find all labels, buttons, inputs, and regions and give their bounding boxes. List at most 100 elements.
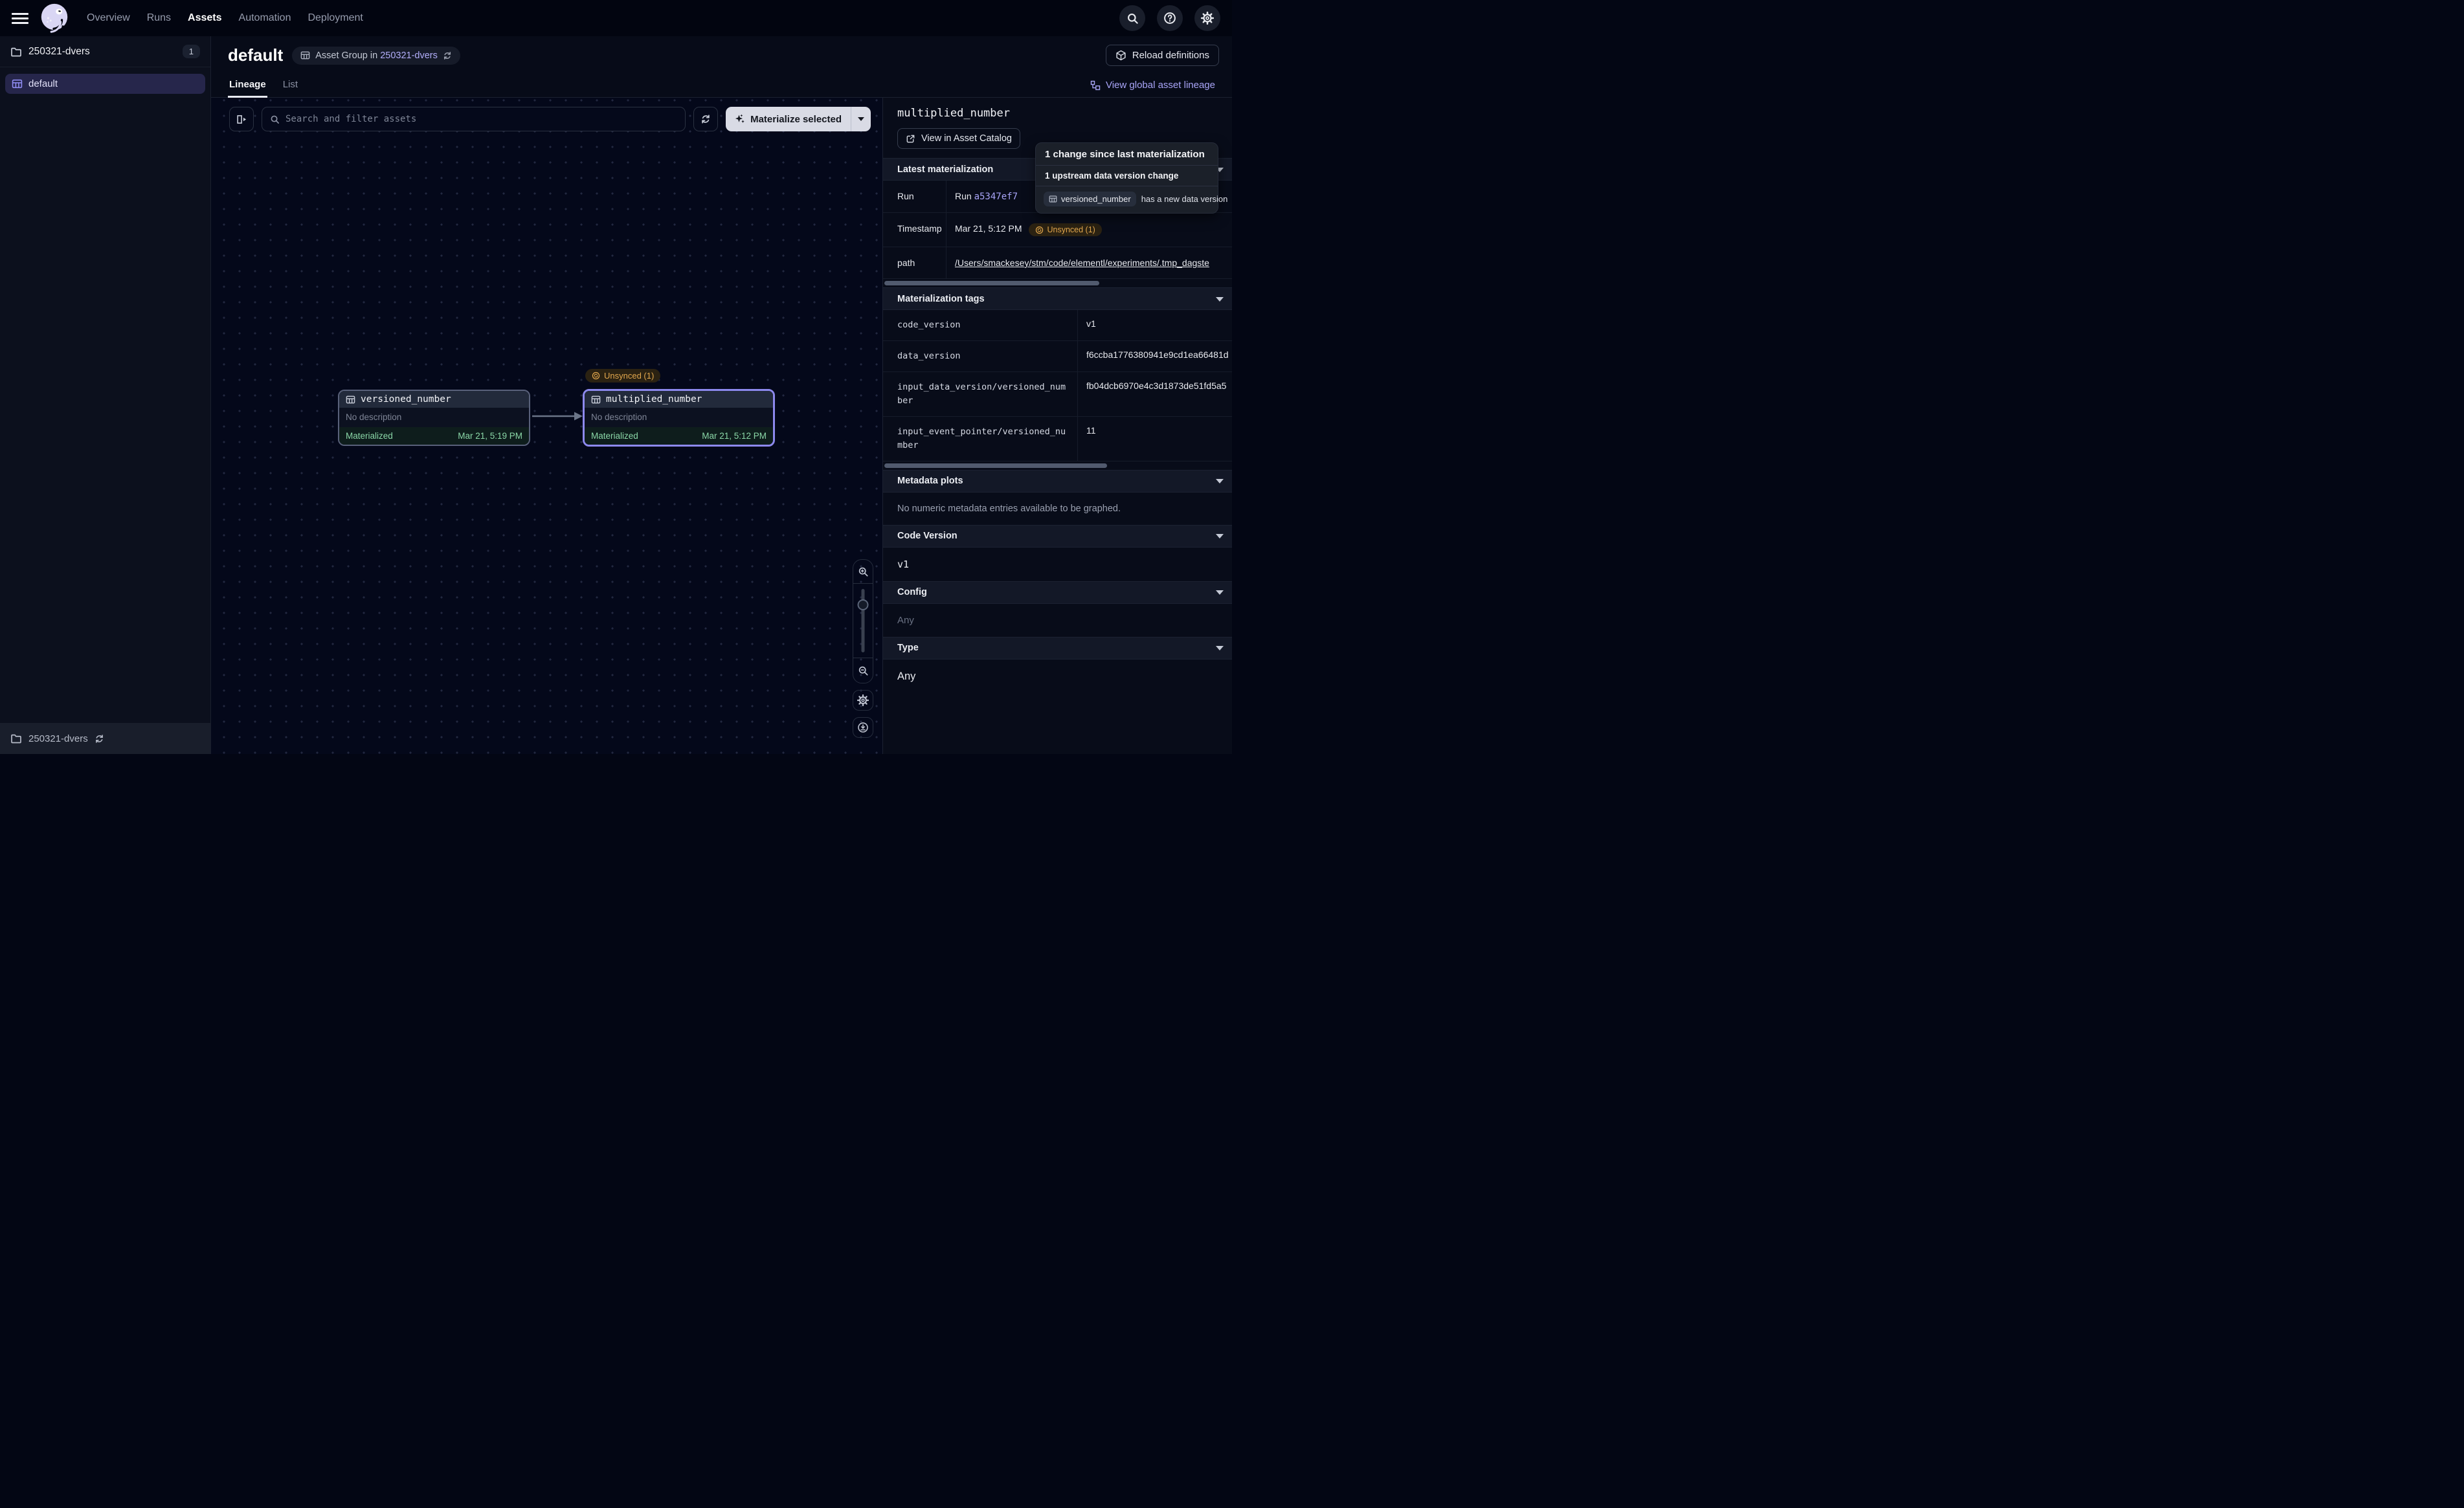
help-icon (1163, 12, 1176, 25)
collapse-caret-icon[interactable] (1216, 534, 1224, 538)
unsynced-badge[interactable]: Unsynced (1) (1029, 223, 1102, 236)
asset-node-multiplied-number[interactable]: multiplied_number No description Materia… (583, 389, 775, 447)
tag-row-input-data-version: input_data_version/versioned_number fb04… (883, 372, 1232, 417)
table-icon (591, 395, 601, 405)
nav-item-runs[interactable]: Runs (147, 12, 171, 24)
asset-group-repo-link[interactable]: 250321-dvers (380, 50, 438, 61)
dagster-logo-icon[interactable] (38, 1, 71, 35)
sidebar-group-row[interactable]: 250321-dvers 1 (0, 36, 210, 67)
asset-group-badge[interactable]: Asset Group in 250321-dvers (292, 47, 460, 65)
tag-row-code-version: code_version v1 (883, 310, 1232, 341)
asset-node-timestamp: Mar 21, 5:12 PM (702, 431, 767, 441)
table-icon (346, 395, 355, 405)
asset-node-versioned-number[interactable]: versioned_number No description Material… (338, 390, 530, 446)
popup-title: 1 change since last materialization (1036, 143, 1218, 165)
graph-settings-button[interactable] (853, 690, 873, 711)
horizontal-scrollbar[interactable] (884, 281, 1099, 285)
collapse-sidebar-button[interactable] (229, 107, 254, 131)
graph-zoom-controls (853, 559, 873, 738)
nav-item-automation[interactable]: Automation (239, 12, 291, 24)
search-button[interactable] (1119, 5, 1145, 31)
nav-item-overview[interactable]: Overview (87, 12, 130, 24)
run-label: Run (883, 181, 946, 212)
asset-group-badge-text: Asset Group in 250321-dvers (315, 50, 438, 61)
zoom-in-icon (858, 566, 869, 577)
help-button[interactable] (1157, 5, 1183, 31)
hamburger-menu-icon[interactable] (12, 10, 28, 27)
popup-change-row: versioned_number has a new data version (1036, 186, 1218, 213)
tab-list[interactable]: List (282, 74, 299, 97)
asset-chip-versioned-number[interactable]: versioned_number (1044, 192, 1136, 206)
view-tabs-row: Lineage List View global asset lineage (211, 72, 1232, 98)
asset-node-description: No description (339, 408, 529, 427)
type-value: Any (883, 660, 1232, 694)
section-config: Config (883, 581, 1232, 604)
asset-search-box (262, 107, 686, 131)
zoom-in-button[interactable] (853, 560, 873, 583)
view-in-asset-catalog-button[interactable]: View in Asset Catalog (897, 128, 1020, 149)
collapse-caret-icon[interactable] (1216, 646, 1224, 650)
lineage-graph-canvas[interactable]: Materialize selected Unsynced (1) versio… (211, 98, 882, 754)
reload-definitions-button[interactable]: Reload definitions (1106, 45, 1219, 66)
section-metadata-plots: Metadata plots (883, 470, 1232, 493)
asset-node-status: Materialized (346, 431, 393, 441)
section-type: Type (883, 637, 1232, 660)
metadata-plots-empty-text: No numeric metadata entries available to… (883, 493, 1232, 525)
sidebar-group-count-badge: 1 (183, 45, 200, 58)
reload-sync-icon[interactable] (95, 734, 104, 744)
asset-node-description: No description (585, 408, 773, 427)
cube-reload-icon (1115, 50, 1126, 61)
gear-icon (857, 694, 869, 706)
materialize-options-caret[interactable] (851, 107, 871, 131)
settings-button[interactable] (1194, 5, 1220, 31)
changes-since-materialization-popup: 1 change since last materialization 1 up… (1035, 142, 1218, 214)
path-link[interactable]: /Users/smackesey/stm/code/elementl/exper… (955, 258, 1209, 268)
timestamp-label: Timestamp (883, 213, 946, 247)
collapse-caret-icon[interactable] (1216, 479, 1224, 483)
section-materialization-tags: Materialization tags (883, 287, 1232, 310)
section-code-version: Code Version (883, 525, 1232, 548)
collapse-caret-icon[interactable] (1216, 590, 1224, 595)
materialize-selected-split-button: Materialize selected (726, 107, 871, 131)
nav-item-deployment[interactable]: Deployment (308, 12, 363, 24)
asset-group-icon (300, 50, 310, 60)
materialize-selected-button[interactable]: Materialize selected (726, 107, 851, 131)
zoom-slider-knob[interactable] (858, 599, 869, 610)
lineage-edge-arrow (532, 409, 584, 423)
graph-unsynced-badge[interactable]: Unsynced (1) (585, 369, 660, 383)
reload-sync-icon[interactable] (443, 51, 452, 60)
popup-change-text: has a new data version (1141, 194, 1228, 204)
unsynced-icon (1035, 226, 1044, 234)
download-graph-button[interactable] (853, 717, 873, 738)
view-global-asset-lineage-link[interactable]: View global asset lineage (1090, 80, 1215, 97)
lineage-icon (1090, 80, 1101, 91)
search-icon (270, 115, 280, 124)
sidebar-item-default[interactable]: default (5, 74, 205, 94)
sidebar-footer-repo[interactable]: 250321-dvers (0, 723, 210, 754)
chevron-down-icon (858, 117, 864, 121)
gear-icon (1201, 12, 1214, 25)
graph-toolbar: Materialize selected (229, 107, 871, 131)
asset-node-name: versioned_number (361, 394, 451, 405)
zoom-slider-track (862, 589, 865, 652)
asset-search-input[interactable] (286, 114, 677, 124)
timestamp-value: Mar 21, 5:12 PM (955, 223, 1022, 234)
folder-icon (10, 46, 22, 58)
tab-lineage[interactable]: Lineage (228, 74, 267, 97)
run-id-link[interactable]: a5347ef7 (974, 192, 1018, 202)
refresh-graph-button[interactable] (693, 107, 718, 131)
zoom-slider[interactable] (853, 583, 873, 658)
asset-group-icon (12, 78, 23, 89)
asset-node-status: Materialized (591, 431, 638, 441)
zoom-out-button[interactable] (853, 658, 873, 683)
horizontal-scrollbar[interactable] (884, 463, 1107, 468)
external-link-icon (906, 134, 915, 144)
config-value: Any (883, 604, 1232, 637)
collapse-caret-icon[interactable] (1216, 297, 1224, 302)
asset-detail-panel: multiplied_number View in Asset Catalog … (882, 98, 1232, 754)
latest-timestamp-row: Timestamp Mar 21, 5:12 PM Unsynced (1) (883, 213, 1232, 247)
zoom-out-icon (858, 665, 869, 676)
primary-nav: Overview Runs Assets Automation Deployme… (87, 12, 363, 24)
sidebar-item-label: default (28, 78, 58, 89)
nav-item-assets[interactable]: Assets (188, 12, 221, 24)
